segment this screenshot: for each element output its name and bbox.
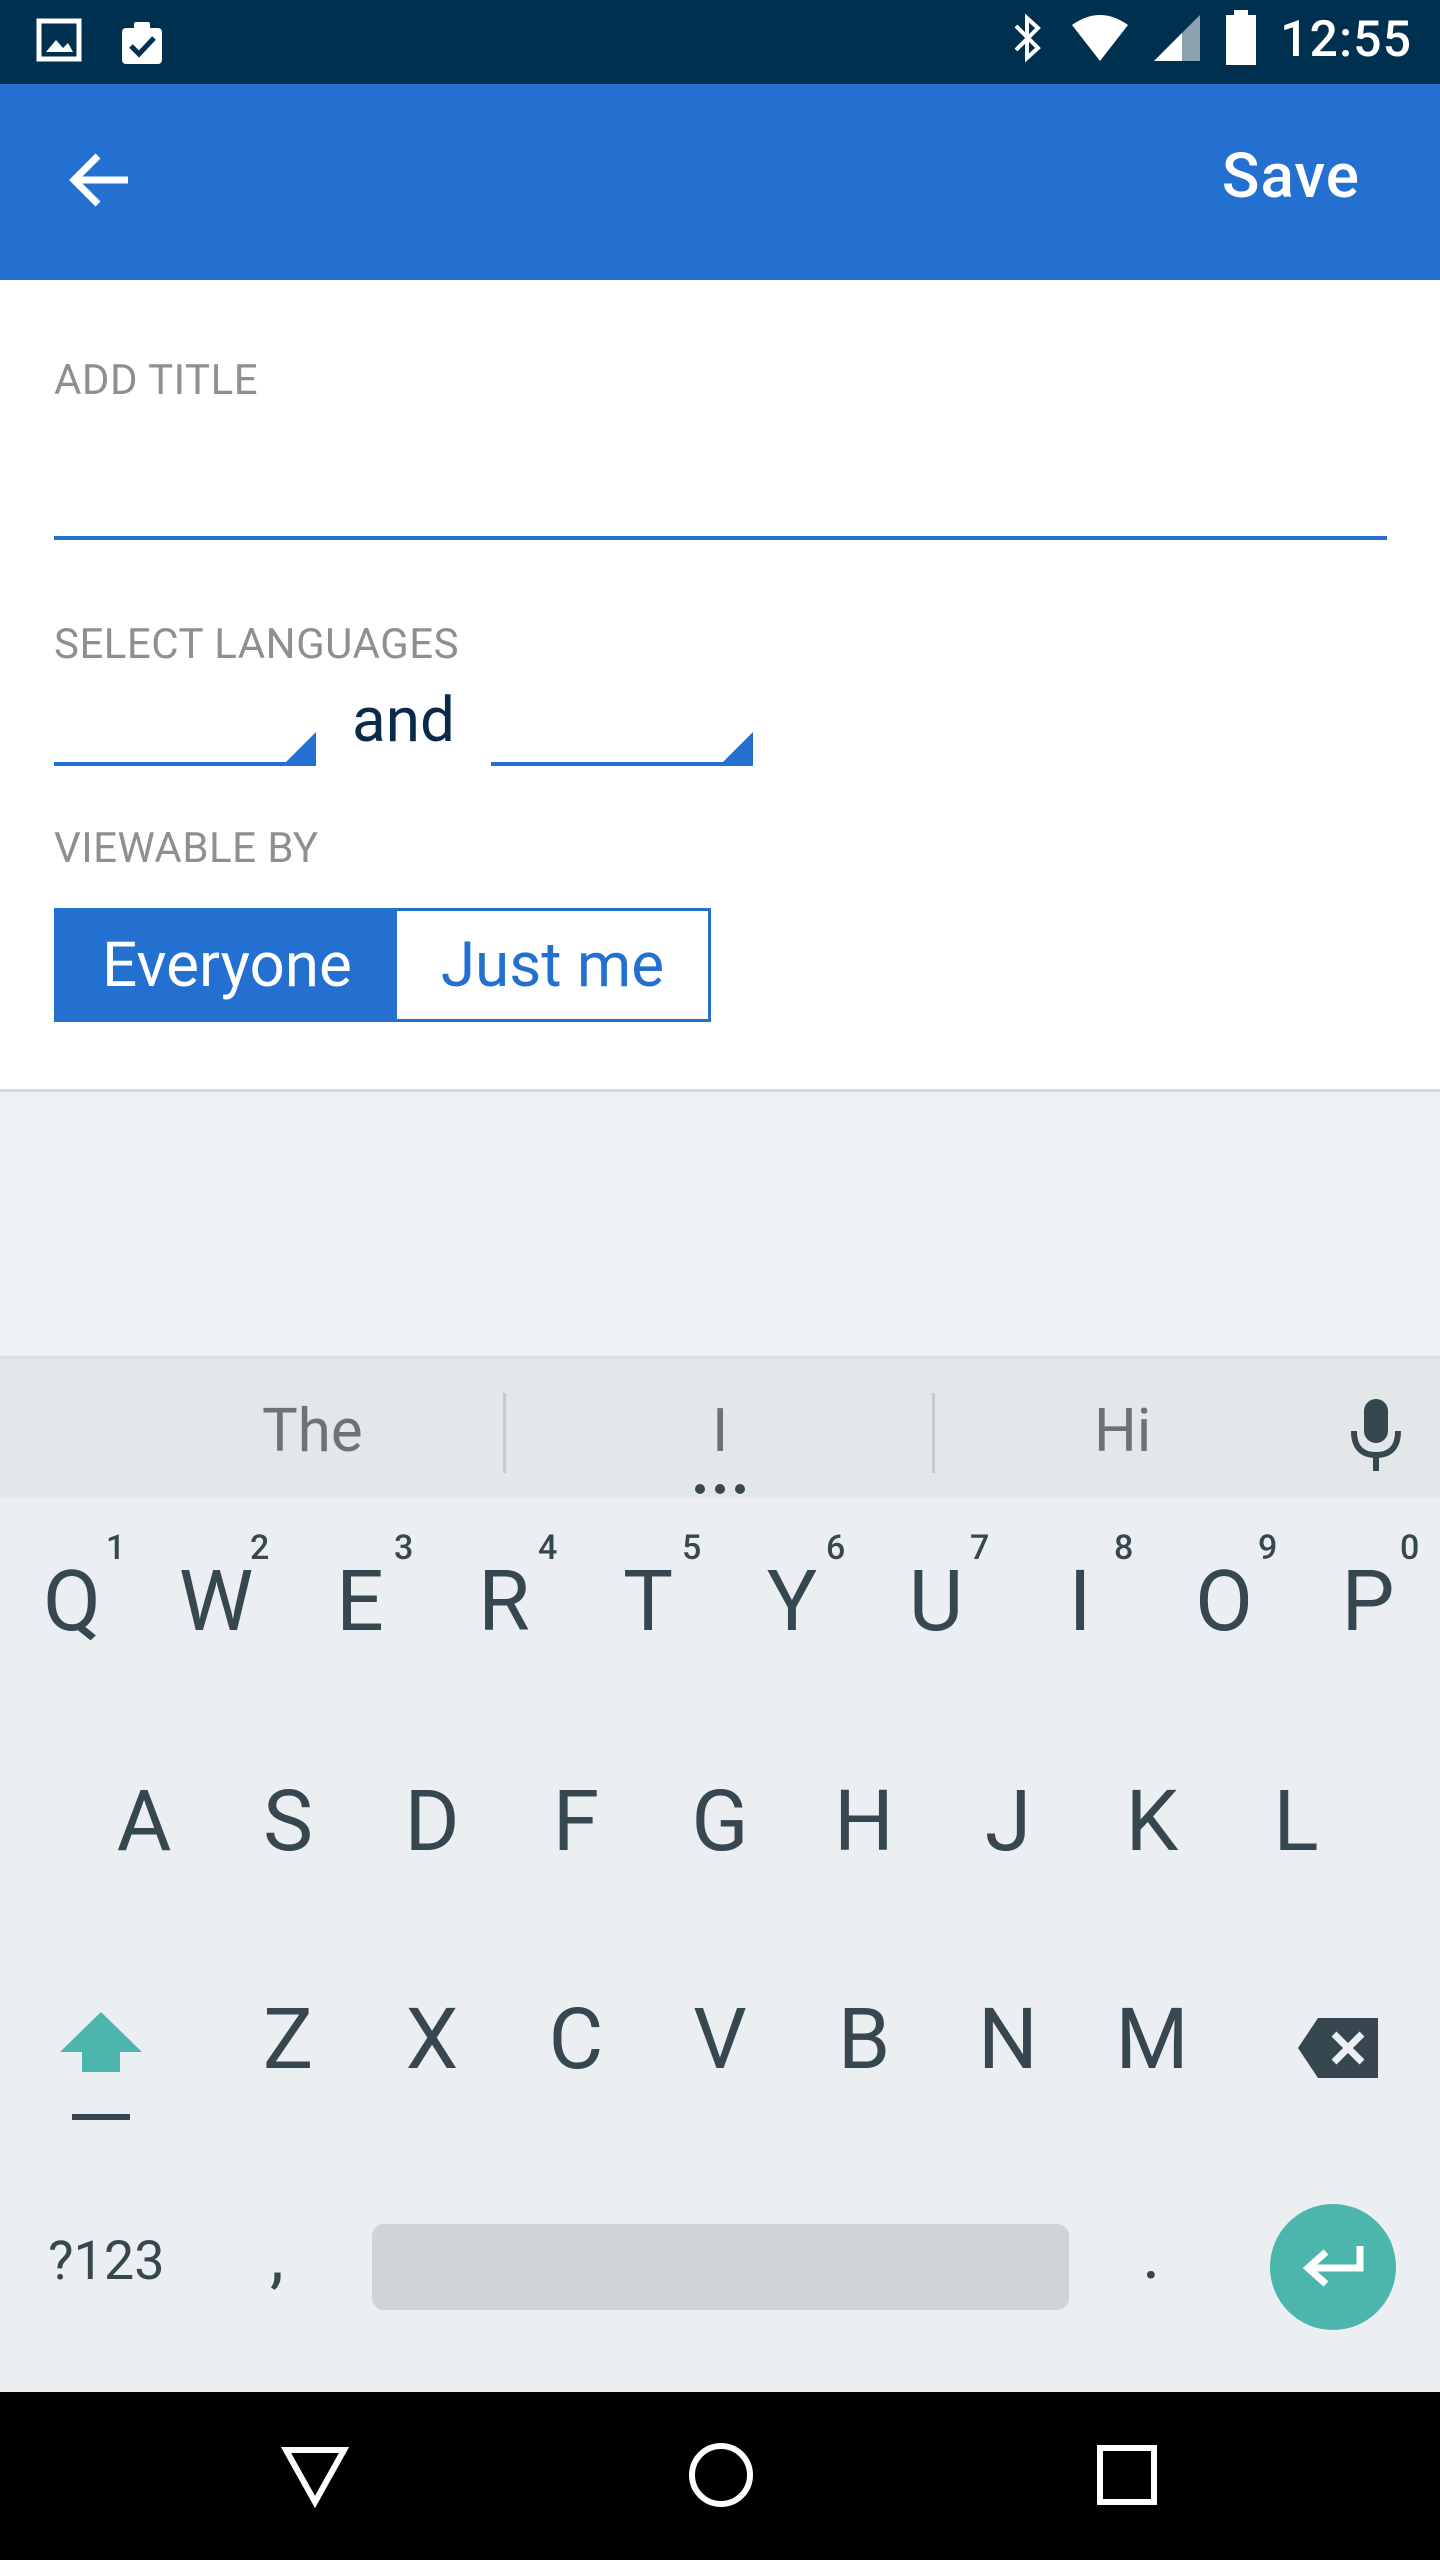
language-dropdown-1[interactable] [54, 690, 316, 766]
key-hint: 6 [826, 1528, 846, 1568]
key-h[interactable]: H [804, 1772, 924, 1871]
key-hint: 9 [1258, 1528, 1278, 1568]
shift-key[interactable] [56, 2006, 146, 2130]
back-nav-icon[interactable] [280, 2440, 350, 2514]
dropdown-arrow-icon [286, 732, 316, 762]
key-b[interactable]: B [804, 1990, 924, 2089]
suggestion-divider [932, 1393, 935, 1473]
enter-icon [1302, 2246, 1364, 2287]
save-button[interactable]: Save [1222, 140, 1360, 213]
key-hint: 4 [538, 1528, 558, 1568]
key-hint: 5 [682, 1528, 702, 1568]
space-key[interactable] [372, 2224, 1069, 2310]
add-title-label: ADD TITLE [54, 356, 259, 405]
viewable-by-label: VIEWABLE BY [54, 824, 319, 873]
form-card: ADD TITLE SELECT LANGUAGES and VIEWABLE … [0, 280, 1440, 1092]
key-hint: 0 [1400, 1528, 1420, 1568]
symbols-key[interactable]: ?123 [48, 2230, 165, 2293]
key-v[interactable]: V [660, 1990, 780, 2089]
recents-nav-icon[interactable] [1092, 2440, 1162, 2514]
key-n[interactable]: N [948, 1990, 1068, 2089]
suggestion-hi[interactable]: Hi [1094, 1395, 1151, 1466]
viewable-toggle: Everyone Just me [54, 908, 711, 1022]
suggestion-i[interactable]: I [712, 1395, 728, 1466]
key-z[interactable]: Z [228, 1990, 348, 2089]
backspace-icon [1298, 2018, 1378, 2078]
suggestion-strip: The I Hi [0, 1356, 1440, 1498]
suggestion-divider [503, 1393, 506, 1473]
key-a[interactable]: A [84, 1772, 204, 1871]
key-hint: 7 [970, 1528, 990, 1568]
comma-key[interactable]: , [270, 2216, 284, 2298]
key-d[interactable]: D [372, 1772, 492, 1871]
status-time: 12:55 [1280, 11, 1412, 69]
signal-icon [1152, 13, 1202, 67]
key-hint: 1 [106, 1528, 126, 1568]
shift-arrow-icon [60, 2012, 142, 2120]
key-f[interactable]: F [516, 1772, 636, 1871]
option-everyone[interactable]: Everyone [57, 911, 397, 1019]
key-hint: 8 [1114, 1528, 1134, 1568]
key-j[interactable]: J [948, 1772, 1068, 1871]
gallery-icon [36, 18, 82, 72]
title-input[interactable] [54, 440, 1387, 540]
status-bar: 12:55 [0, 0, 1440, 84]
option-just-me[interactable]: Just me [397, 911, 708, 1019]
language-dropdown-2[interactable] [491, 690, 753, 766]
clipboard-check-icon [116, 18, 168, 72]
key-g[interactable]: G [660, 1772, 780, 1871]
enter-key[interactable] [1270, 2204, 1396, 2330]
bluetooth-icon [1008, 10, 1048, 70]
soft-keyboard: The I Hi Q W E R T Y U I O P 1 2 3 4 5 6… [0, 1356, 1440, 2392]
key-c[interactable]: C [516, 1990, 636, 2089]
app-bar: Save [0, 84, 1440, 280]
back-button[interactable] [50, 132, 150, 232]
and-text: and [352, 684, 455, 757]
battery-icon [1224, 10, 1258, 70]
key-hint: 2 [250, 1528, 270, 1568]
more-suggestions-icon [695, 1484, 745, 1494]
dropdown-arrow-icon [723, 732, 753, 762]
home-nav-icon[interactable] [686, 2440, 756, 2514]
key-s[interactable]: S [228, 1772, 348, 1871]
key-hint: 3 [394, 1528, 414, 1568]
suggestion-the[interactable]: The [262, 1395, 363, 1466]
key-k[interactable]: K [1092, 1772, 1212, 1871]
select-languages-label: SELECT LANGUAGES [54, 620, 460, 669]
arrow-back-icon [68, 152, 132, 212]
backspace-key[interactable] [1296, 2016, 1382, 2084]
navigation-bar [0, 2392, 1440, 2560]
key-l[interactable]: L [1236, 1772, 1356, 1871]
wifi-icon [1070, 13, 1130, 67]
key-x[interactable]: X [372, 1990, 492, 2089]
mic-icon[interactable] [1346, 1397, 1406, 1477]
period-key[interactable]: . [1142, 2214, 1160, 2296]
key-m[interactable]: M [1092, 1990, 1212, 2089]
